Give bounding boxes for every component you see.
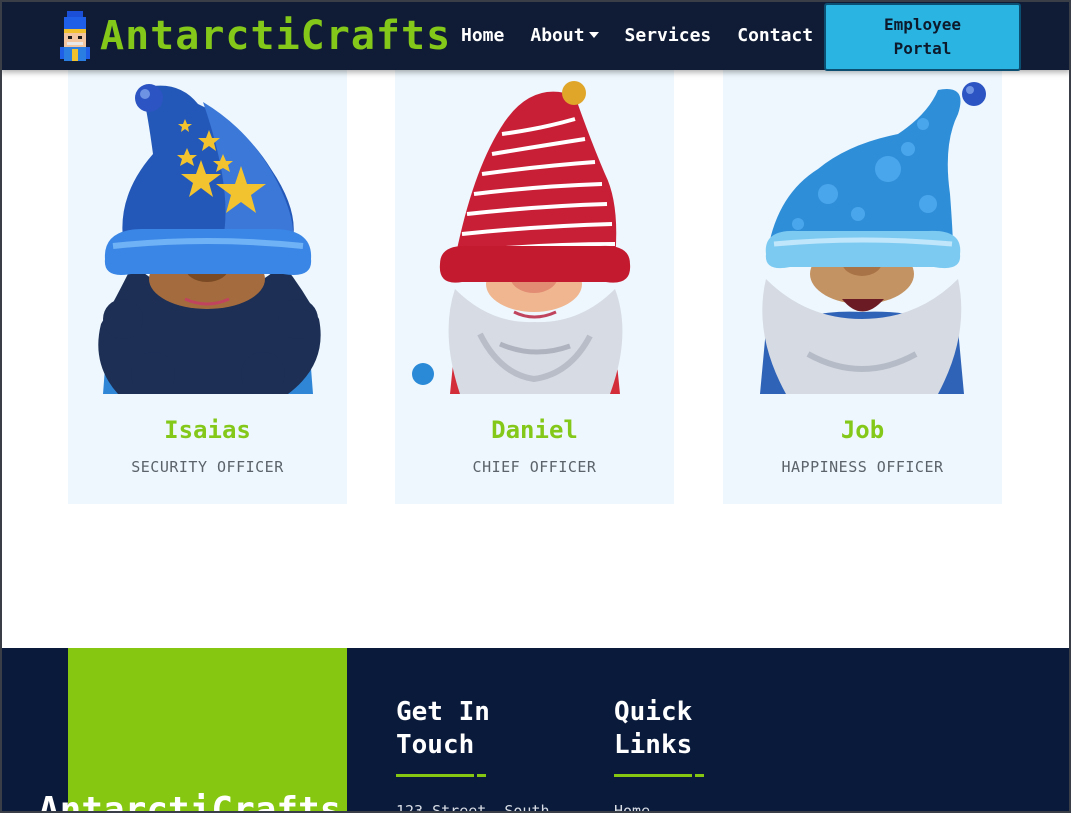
footer-underline-notch [474,774,477,777]
employee-portal-button[interactable]: Employee Portal [824,3,1021,71]
footer-heading-quick-links: Quick Links [614,697,693,760]
footer: AntarctiCrafts Get In Touch 123 Street, … [0,648,1071,813]
footer-address: 123 Street, South [396,802,550,813]
nav-link-about-label: About [530,24,585,46]
brand-link[interactable]: AntarctiCrafts [56,8,451,64]
nav-link-services[interactable]: Services [612,25,725,46]
team-member-role: HAPPINESS OFFICER [781,458,944,476]
team-member-name: Daniel [491,416,578,444]
nav-link-contact[interactable]: Contact [724,25,826,46]
main-nav: Home About Services Contact [448,0,826,70]
wizard-gnome-starry-hat-icon [98,84,321,394]
footer-brand-name: AntarctiCrafts [38,790,342,813]
footer-heading-get-in-touch: Get In Touch [396,697,490,760]
footer-link-home[interactable]: Home [614,802,650,813]
team-card: Daniel CHIEF OFFICER [395,70,674,504]
caret-down-icon [588,32,599,38]
brand-name: AntarctiCrafts [100,13,452,59]
nutcracker-logo-icon [60,11,90,61]
team-member-role: SECURITY OFFICER [131,458,284,476]
footer-heading-underline [396,774,486,777]
team-member-role: CHIEF OFFICER [472,458,597,476]
navbar: AntarctiCrafts Home About Services Conta… [0,0,1071,71]
gnome-striped-red-hat-icon [412,81,631,394]
nav-link-about[interactable]: About [517,25,611,46]
footer-underline-notch [692,774,695,777]
team-card: Job HAPPINESS OFFICER [723,70,1002,504]
wizard-gnome-spotted-hat-icon [760,82,986,394]
nav-link-home[interactable]: Home [448,25,517,46]
team-member-name: Job [840,416,885,444]
team-member-name: Isaias [164,416,251,444]
footer-brand-panel [68,648,347,813]
footer-heading-underline [614,774,704,777]
team-card: Isaias SECURITY OFFICER [68,70,347,504]
